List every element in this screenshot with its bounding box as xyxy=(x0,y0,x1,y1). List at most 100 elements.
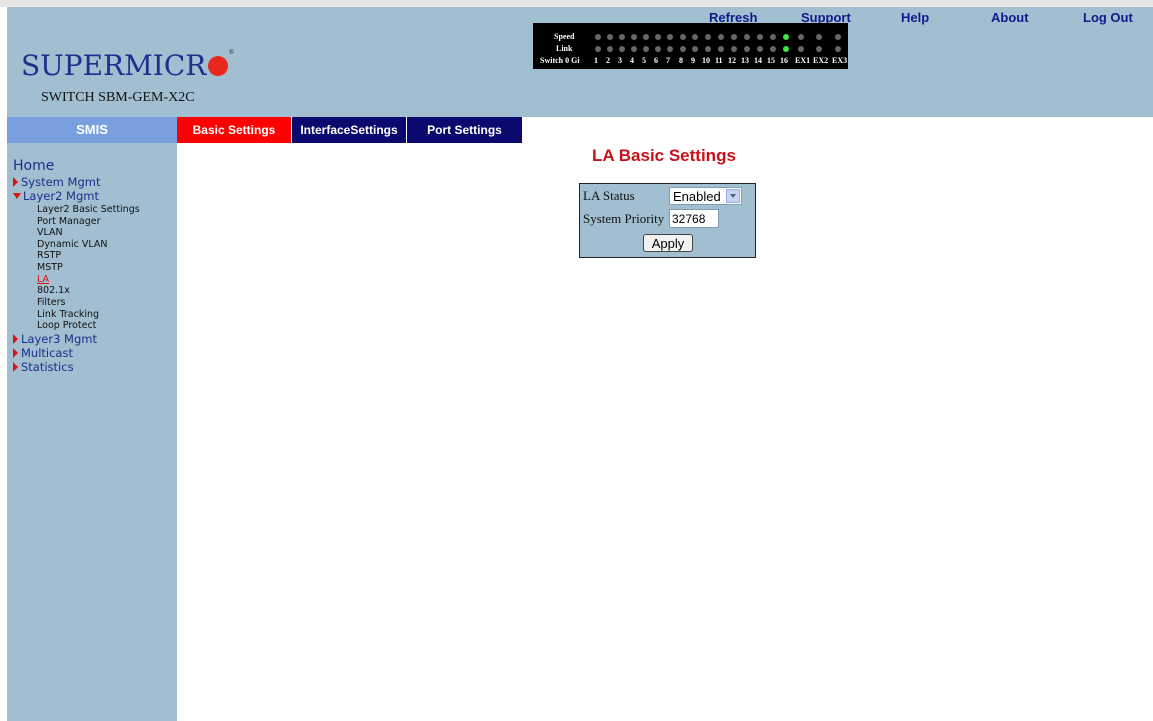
port-number-label: 9 xyxy=(691,56,695,65)
speed-led-1 xyxy=(595,34,601,40)
speed-led-9 xyxy=(692,34,698,40)
speed-led-2 xyxy=(607,34,613,40)
speed-led-EX3 xyxy=(835,34,841,40)
sidebar-subitem-802-1x[interactable]: 802.1x xyxy=(37,285,70,296)
la-status-label: LA Status xyxy=(583,188,635,203)
sidebar-item-multicast[interactable]: Multicast xyxy=(13,346,73,360)
expand-arrow-icon xyxy=(13,348,18,358)
la-status-selected-value: Enabled xyxy=(673,189,721,204)
link-led-14 xyxy=(757,46,763,52)
port-number-label: 7 xyxy=(666,56,670,65)
link-led-EX3 xyxy=(835,46,841,52)
port-number-label: 2 xyxy=(606,56,610,65)
sidebar-subitem-filters[interactable]: Filters xyxy=(37,297,65,308)
sidebar-subitem-mstp[interactable]: MSTP xyxy=(37,262,63,273)
port-number-label: 3 xyxy=(618,56,622,65)
logo-red-dot-icon xyxy=(208,56,229,76)
link-led-2 xyxy=(607,46,613,52)
link-label: Link xyxy=(556,44,573,53)
speed-led-13 xyxy=(744,34,750,40)
link-led-16 xyxy=(783,46,789,52)
page-title: LA Basic Settings xyxy=(592,146,736,165)
tab-bar: SMIS Basic Settings InterfaceSettings Po… xyxy=(7,117,1153,143)
port-number-label: EX3 xyxy=(832,56,848,65)
link-led-11 xyxy=(718,46,724,52)
tab-interface-settings[interactable]: InterfaceSettings xyxy=(292,117,406,143)
system-priority-label: System Priority xyxy=(583,211,665,226)
link-led-7 xyxy=(667,46,673,52)
tab-port-settings[interactable]: Port Settings xyxy=(407,117,522,143)
la-settings-form: LA Status Enabled System Priority Apply xyxy=(579,183,756,258)
logout-link[interactable]: Log Out xyxy=(1083,10,1133,25)
port-number-label: 15 xyxy=(767,56,775,65)
speed-led-8 xyxy=(680,34,686,40)
speed-led-14 xyxy=(757,34,763,40)
port-number-label: 8 xyxy=(679,56,683,65)
ports-prefix-label: Switch 0 Gi xyxy=(540,56,580,65)
link-led-8 xyxy=(680,46,686,52)
sidebar: Home System Mgmt Layer2 Mgmt Layer2 Basi… xyxy=(7,143,177,721)
port-number-label: 6 xyxy=(654,56,658,65)
about-link[interactable]: About xyxy=(991,10,1029,25)
chevron-down-icon[interactable] xyxy=(726,189,740,203)
speed-label: Speed xyxy=(554,32,575,41)
expand-arrow-icon xyxy=(13,362,18,372)
supermicro-logo: SUPERMICR ® xyxy=(21,49,234,82)
link-led-13 xyxy=(744,46,750,52)
link-led-4 xyxy=(631,46,637,52)
speed-led-15 xyxy=(770,34,776,40)
link-led-15 xyxy=(770,46,776,52)
top-strip xyxy=(0,0,1153,7)
apply-button[interactable]: Apply xyxy=(643,234,693,252)
port-number-label: 4 xyxy=(630,56,634,65)
smis-header[interactable]: SMIS xyxy=(7,117,177,143)
collapse-arrow-icon xyxy=(13,193,21,199)
speed-led-5 xyxy=(643,34,649,40)
switch-model-name: SWITCH SBM-GEM-X2C xyxy=(41,90,195,105)
link-led-6 xyxy=(655,46,661,52)
port-status-led-panel: Speed Link Switch 0 Gi 1 2 3 4 5 6 7 8 9 10 11 12 13… xyxy=(533,23,848,69)
link-led-5 xyxy=(643,46,649,52)
link-led-1 xyxy=(595,46,601,52)
trademark-mark: ® xyxy=(228,49,235,56)
sidebar-subitem-loop-protect[interactable]: Loop Protect xyxy=(37,320,96,331)
tab-basic-settings[interactable]: Basic Settings xyxy=(177,117,291,143)
port-number-label: 12 xyxy=(728,56,736,65)
speed-led-4 xyxy=(631,34,637,40)
sidebar-subitem-dynamic-vlan[interactable]: Dynamic VLAN xyxy=(37,239,108,250)
sidebar-item-statistics[interactable]: Statistics xyxy=(13,360,74,374)
link-led-10 xyxy=(705,46,711,52)
sidebar-home[interactable]: Home xyxy=(13,158,54,174)
sidebar-subitem-link-tracking[interactable]: Link Tracking xyxy=(37,309,99,320)
speed-led-10 xyxy=(705,34,711,40)
sidebar-item-system-mgmt[interactable]: System Mgmt xyxy=(13,175,100,189)
sidebar-item-label: System Mgmt xyxy=(21,175,101,189)
link-led-EX2 xyxy=(816,46,822,52)
port-number-label: 11 xyxy=(715,56,723,65)
link-led-EX1 xyxy=(798,46,804,52)
sidebar-subitem-port-manager[interactable]: Port Manager xyxy=(37,216,101,227)
port-number-label: EX1 xyxy=(795,56,811,65)
link-led-3 xyxy=(619,46,625,52)
speed-led-6 xyxy=(655,34,661,40)
la-status-select[interactable]: Enabled xyxy=(669,187,742,205)
port-number-label: EX2 xyxy=(813,56,829,65)
port-number-label: 13 xyxy=(741,56,749,65)
port-number-label: 5 xyxy=(642,56,646,65)
port-number-label: 1 xyxy=(594,56,598,65)
port-number-label: 10 xyxy=(702,56,710,65)
sidebar-item-layer3-mgmt[interactable]: Layer3 Mgmt xyxy=(13,332,97,346)
sidebar-item-layer2-mgmt[interactable]: Layer2 Mgmt xyxy=(13,189,99,203)
sidebar-subitem-rstp[interactable]: RSTP xyxy=(37,250,61,261)
expand-arrow-icon xyxy=(13,334,18,344)
system-priority-input[interactable] xyxy=(669,209,719,228)
help-link[interactable]: Help xyxy=(901,10,929,25)
speed-led-16 xyxy=(783,34,789,40)
sidebar-subitem-layer2-basic-settings[interactable]: Layer2 Basic Settings xyxy=(37,204,140,215)
sidebar-subitem-vlan[interactable]: VLAN xyxy=(37,227,63,238)
sidebar-subitem-la[interactable]: LA xyxy=(37,274,49,285)
sidebar-item-label: Layer2 Mgmt xyxy=(23,189,99,203)
link-led-12 xyxy=(731,46,737,52)
link-led-9 xyxy=(692,46,698,52)
speed-led-7 xyxy=(667,34,673,40)
